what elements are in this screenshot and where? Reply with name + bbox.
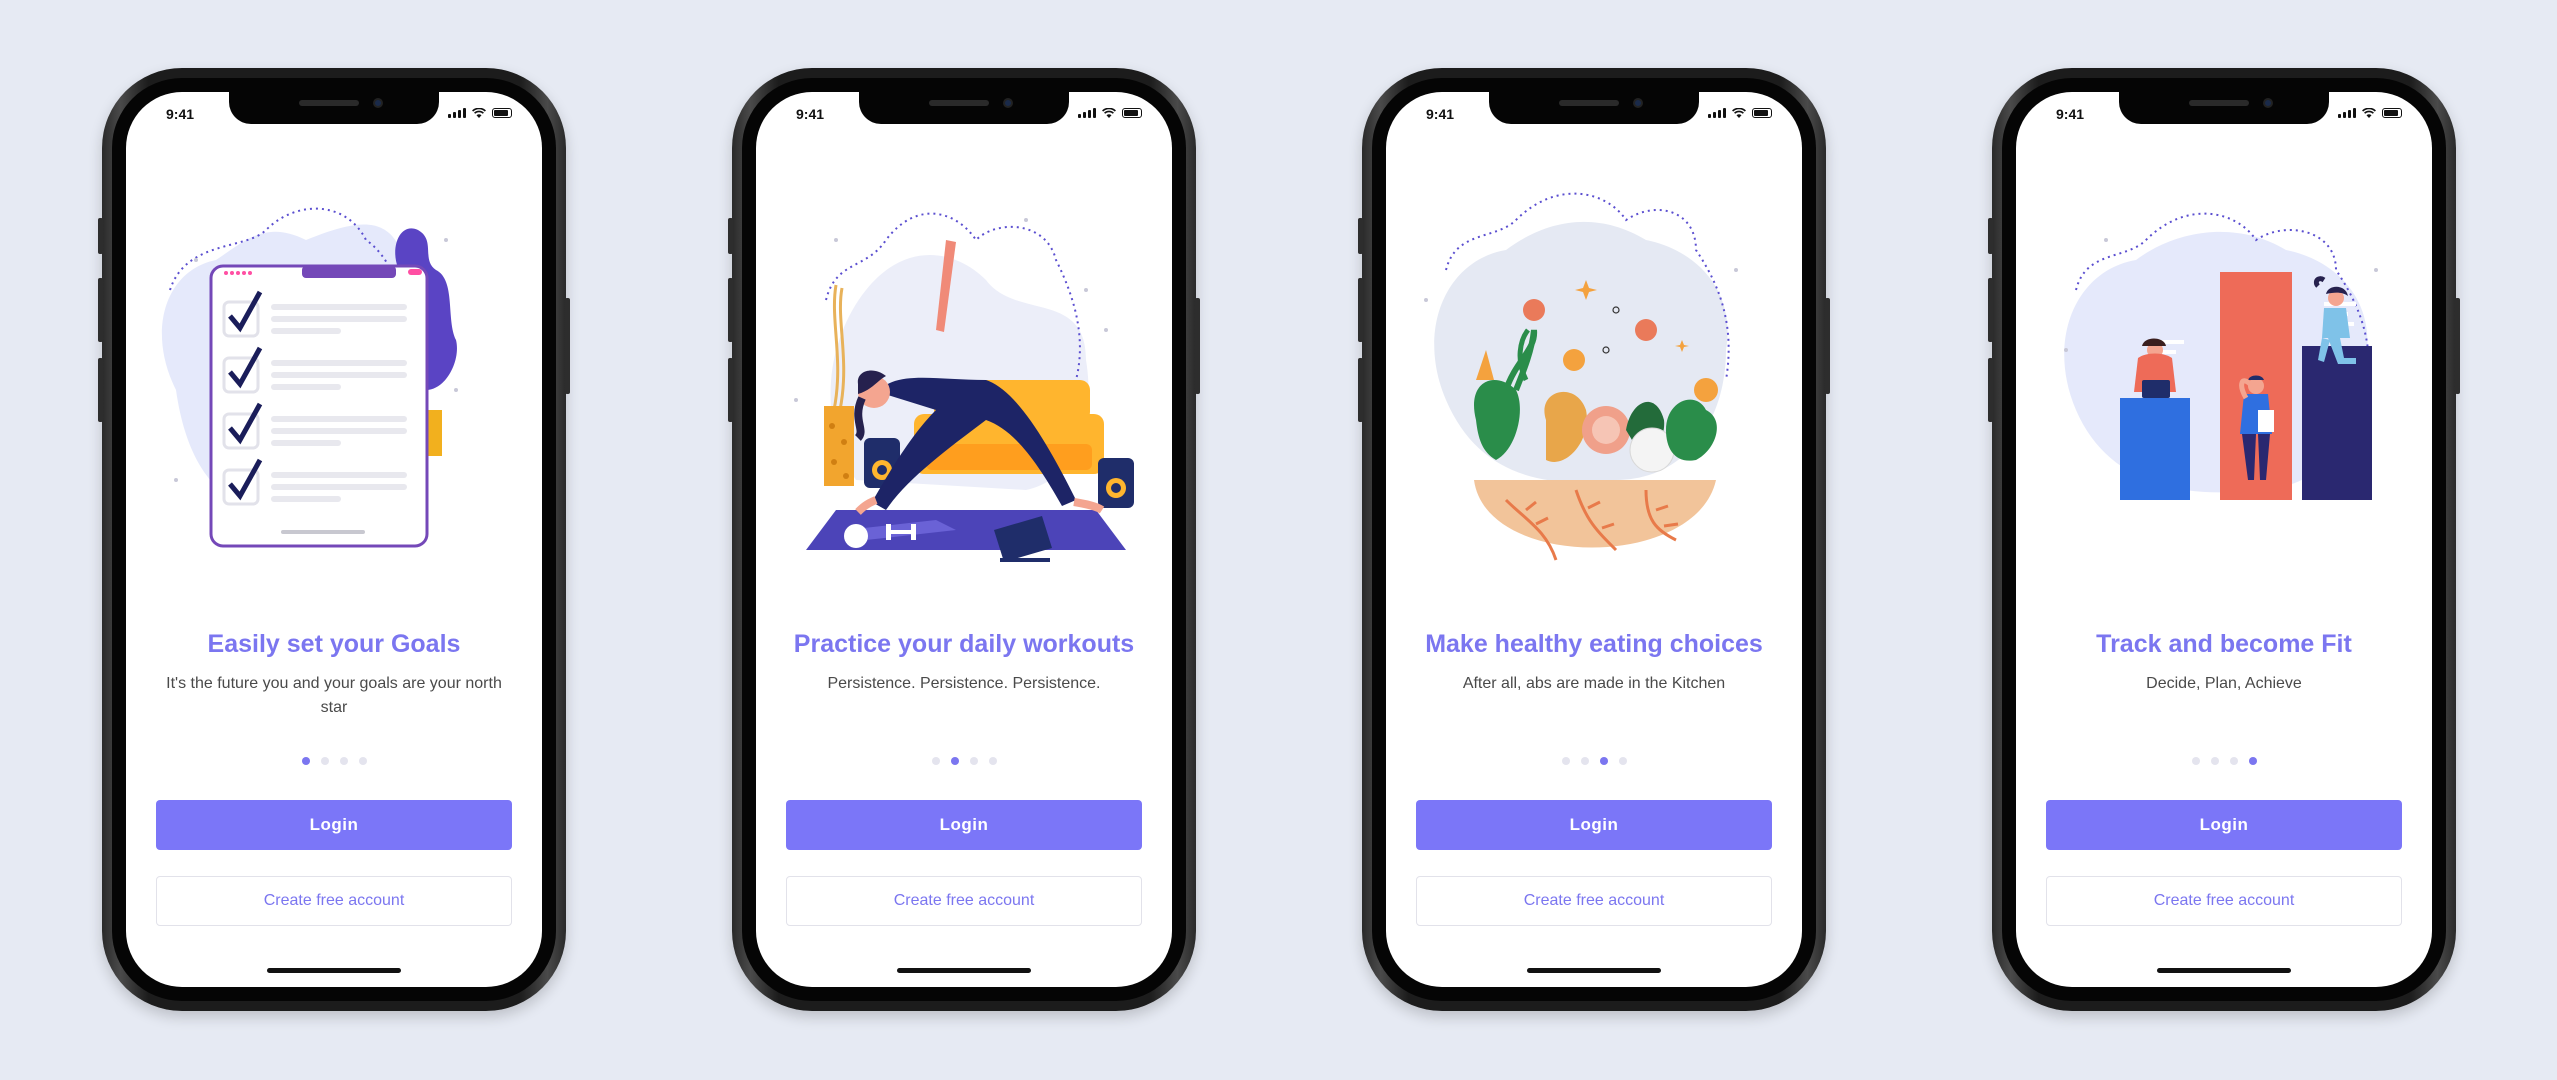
mute-switch (728, 218, 733, 254)
status-icons (448, 108, 512, 118)
home-indicator[interactable] (267, 968, 401, 973)
login-button[interactable]: Login (786, 800, 1142, 850)
mute-switch (98, 218, 103, 254)
volume-up-button (1988, 278, 1993, 342)
volume-down-button (728, 358, 733, 422)
signal-icon (1078, 108, 1096, 118)
mute-switch (1358, 218, 1363, 254)
mute-switch (1988, 218, 1993, 254)
home-indicator[interactable] (897, 968, 1031, 973)
onboarding-subtitle: Decide, Plan, Achieve (2146, 675, 2302, 692)
power-button (1195, 298, 1200, 394)
page-dot-2[interactable] (950, 757, 959, 765)
page-indicator (2016, 757, 2432, 765)
status-icons (1078, 108, 1142, 118)
page-dot-1[interactable] (931, 757, 940, 765)
healthy-food-bowl-illustration (1424, 192, 1738, 561)
onboarding-screen-goals: 9:41 Easily set your Goals It's the futu… (126, 92, 542, 987)
home-indicator[interactable] (1527, 968, 1661, 973)
page-dot-3[interactable] (1599, 757, 1608, 765)
onboarding-title: Make healthy eating choices (1425, 630, 1763, 658)
power-button (2455, 298, 2460, 394)
status-time: 9:41 (166, 106, 195, 122)
volume-up-button (728, 278, 733, 342)
phone-frame: 9:41 Make healthy eating choices After a… (1358, 68, 1830, 1011)
page-dot-3[interactable] (2229, 757, 2238, 765)
power-button (565, 298, 570, 394)
page-indicator (756, 757, 1172, 765)
onboarding-subtitle: Persistence. Persistence. Persistence. (827, 675, 1101, 692)
volume-down-button (98, 358, 103, 422)
notch (229, 92, 439, 124)
volume-up-button (1358, 278, 1363, 342)
onboarding-subtitle: After all, abs are made in the Kitchen (1462, 675, 1726, 692)
page-indicator (126, 757, 542, 765)
status-icons (2338, 108, 2402, 118)
login-button[interactable]: Login (156, 800, 512, 850)
progress-chart-illustration (2064, 212, 2378, 500)
login-button[interactable]: Login (1416, 800, 1772, 850)
phone-frame: 9:41 (98, 68, 570, 1011)
status-time: 9:41 (2056, 106, 2085, 122)
notch (2119, 92, 2329, 124)
wifi-icon (1102, 108, 1116, 118)
battery-icon (492, 108, 512, 118)
onboarding-subtitle: It's the future you and your goals are y… (166, 675, 502, 716)
onboarding-screen-workouts: 9:41 Practice your daily workouts Persis… (756, 92, 1172, 987)
signal-icon (1708, 108, 1726, 118)
page-dot-3[interactable] (339, 757, 348, 765)
page-dot-2[interactable] (320, 757, 329, 765)
wifi-icon (1732, 108, 1746, 118)
onboarding-screen-track: 9:41 Track and become Fit Decide, Plan, … (2016, 92, 2432, 987)
create-account-button[interactable]: Create free account (156, 876, 512, 926)
wifi-icon (2362, 108, 2376, 118)
notch (1489, 92, 1699, 124)
page-dot-4[interactable] (358, 757, 367, 765)
volume-down-button (1358, 358, 1363, 422)
page-dot-3[interactable] (969, 757, 978, 765)
battery-icon (2382, 108, 2402, 118)
onboarding-title: Practice your daily workouts (793, 630, 1135, 658)
phone-frame: 9:41 (728, 68, 1200, 1011)
page-dot-1[interactable] (301, 757, 310, 765)
home-indicator[interactable] (2157, 968, 2291, 973)
wifi-icon (472, 108, 486, 118)
signal-icon (448, 108, 466, 118)
battery-icon (1122, 108, 1142, 118)
page-dot-1[interactable] (2191, 757, 2200, 765)
page-indicator (1386, 757, 1802, 765)
create-account-button[interactable]: Create free account (1416, 876, 1772, 926)
status-time: 9:41 (1426, 106, 1455, 122)
login-button[interactable]: Login (2046, 800, 2402, 850)
page-dot-4[interactable] (988, 757, 997, 765)
power-button (1825, 298, 1830, 394)
page-dot-2[interactable] (1580, 757, 1589, 765)
create-account-button[interactable]: Create free account (786, 876, 1142, 926)
page-dot-2[interactable] (2210, 757, 2219, 765)
status-time: 9:41 (796, 106, 825, 122)
create-account-button[interactable]: Create free account (2046, 876, 2402, 926)
status-icons (1708, 108, 1772, 118)
onboarding-title: Track and become Fit (2096, 630, 2352, 658)
onboarding-screen-eating: 9:41 Make healthy eating choices After a… (1386, 92, 1802, 987)
battery-icon (1752, 108, 1772, 118)
signal-icon (2338, 108, 2356, 118)
notch (859, 92, 1069, 124)
yoga-workout-illustration (794, 212, 1134, 562)
page-dot-4[interactable] (1618, 757, 1627, 765)
page-dot-4[interactable] (2248, 757, 2257, 765)
page-dot-1[interactable] (1561, 757, 1570, 765)
phone-frame: 9:41 (1988, 68, 2460, 1011)
onboarding-title: Easily set your Goals (207, 630, 461, 658)
volume-down-button (1988, 358, 1993, 422)
goals-checklist-illustration (161, 207, 458, 548)
volume-up-button (98, 278, 103, 342)
